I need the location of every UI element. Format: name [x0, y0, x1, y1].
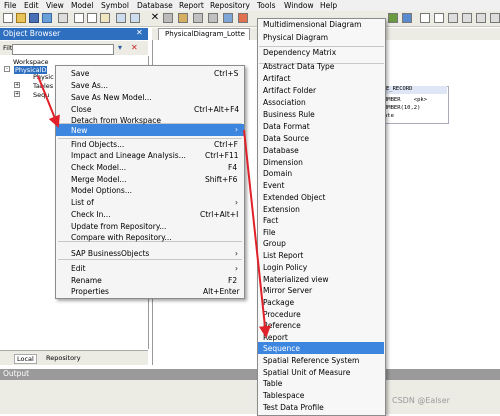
annotation-arrow: [37, 75, 60, 128]
annotation-layer: [37, 75, 271, 338]
annotation-arrow: [243, 129, 271, 338]
